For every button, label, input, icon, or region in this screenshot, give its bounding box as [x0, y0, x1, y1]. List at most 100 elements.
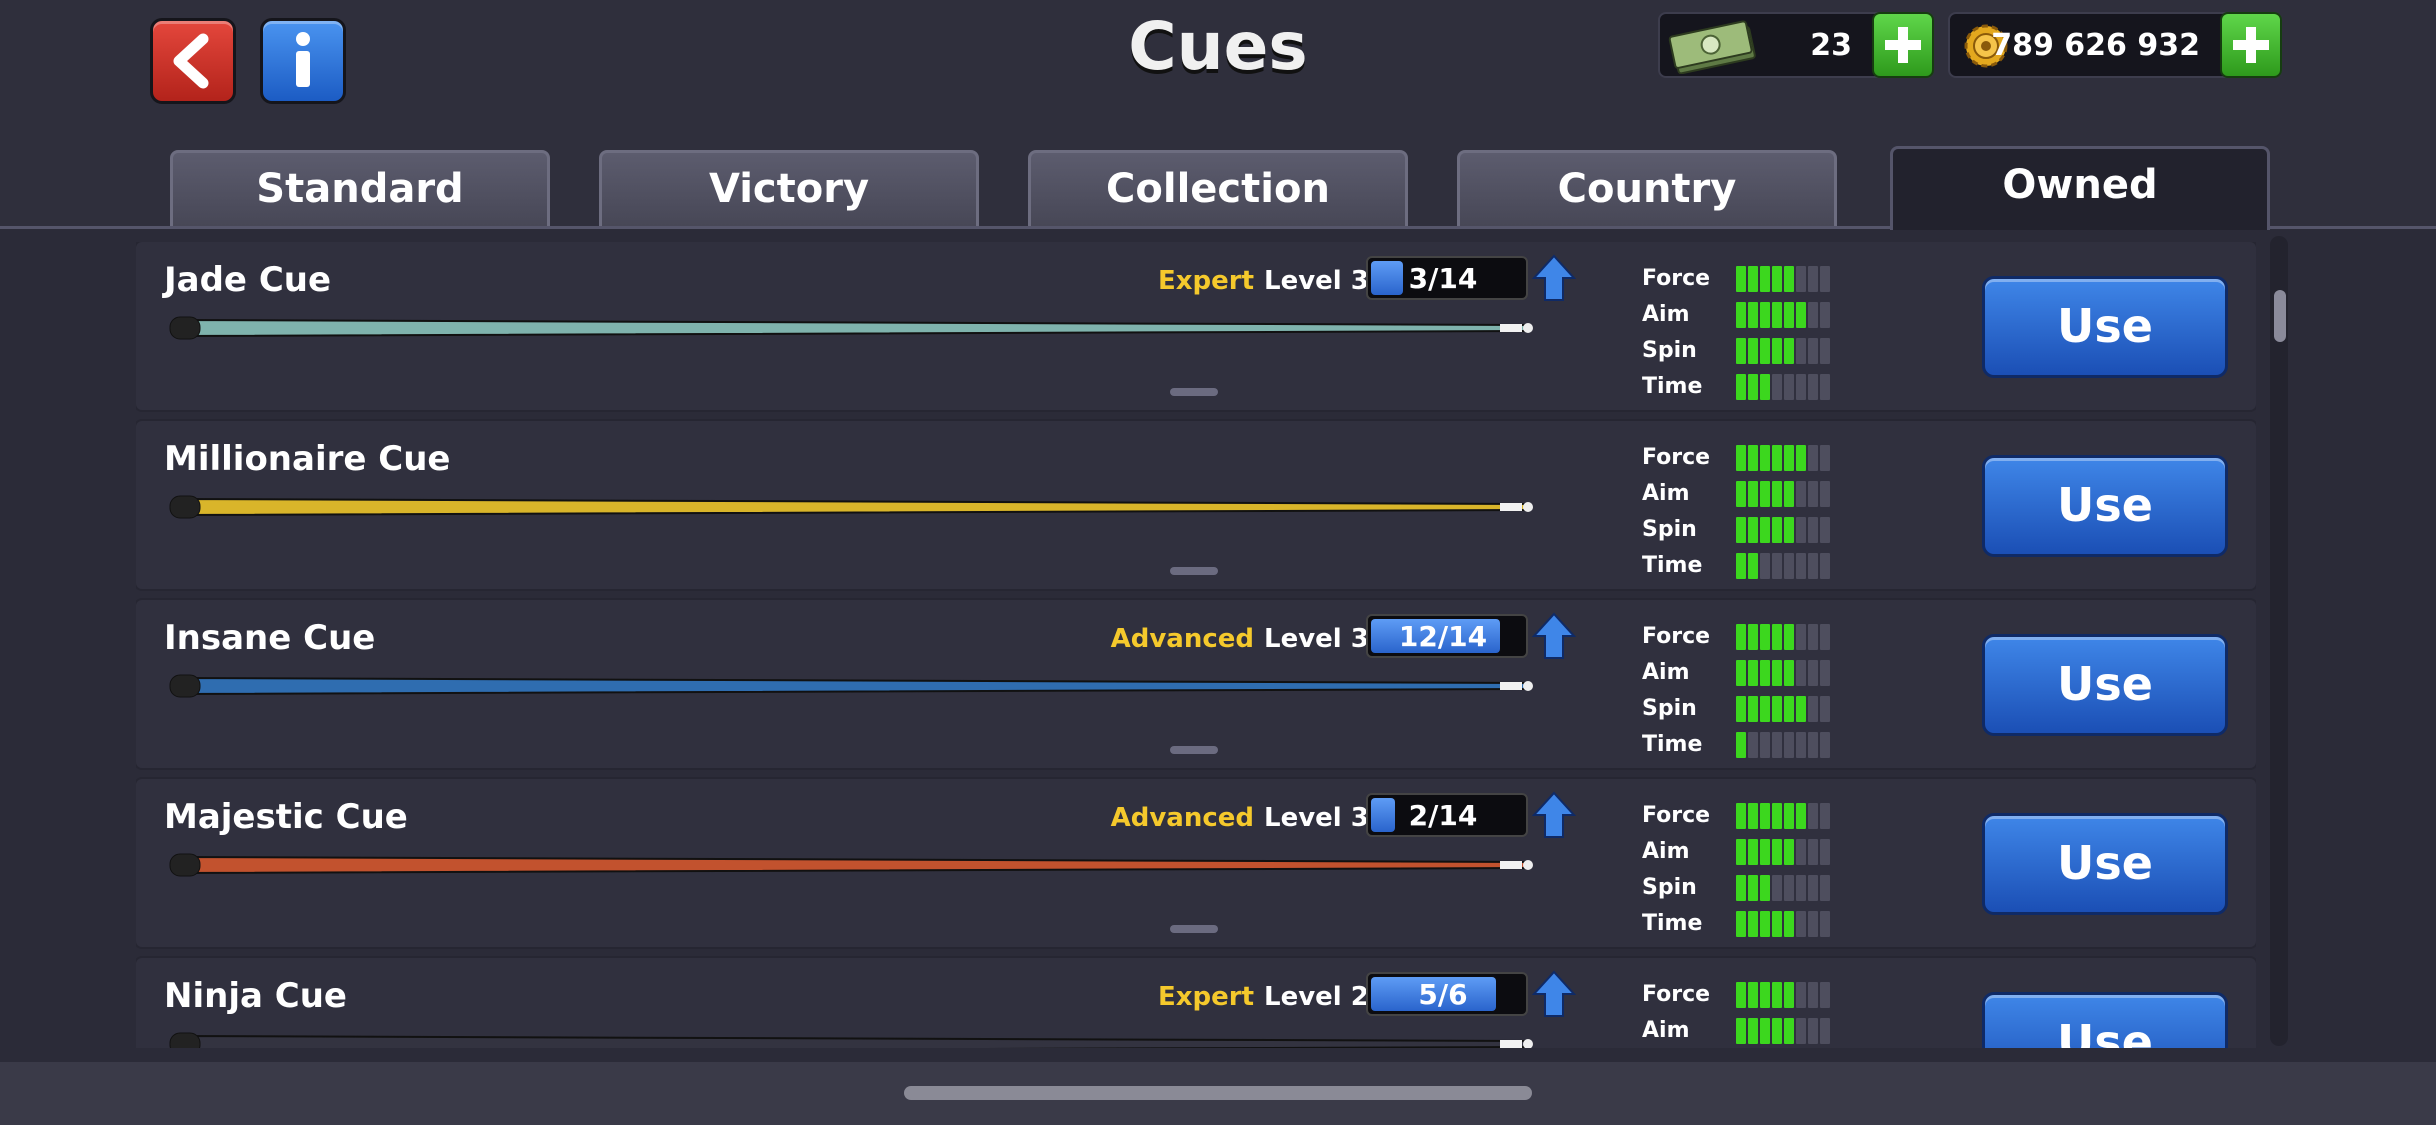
stat-segment	[1760, 803, 1770, 829]
info-button[interactable]	[260, 18, 346, 104]
stat-segment	[1760, 302, 1770, 328]
stat-segment	[1784, 302, 1794, 328]
stat-segment	[1808, 732, 1818, 758]
cue-list[interactable]: Jade Cue Expert Level 3 3/14 Force Aim Spin Tim…	[136, 242, 2256, 1048]
coins-balance: 789 626 932	[1948, 12, 2282, 78]
stat-segment	[1808, 374, 1818, 400]
tab-standard[interactable]: Standard	[170, 150, 550, 226]
stat-label: Force	[1642, 445, 1711, 470]
stat-bar	[1736, 732, 1866, 758]
tab-victory[interactable]: Victory	[599, 150, 979, 226]
tab-owned[interactable]: Owned	[1890, 146, 2270, 230]
stat-segment	[1820, 875, 1830, 901]
stat-segment	[1784, 445, 1794, 471]
stat-segment	[1760, 338, 1770, 364]
cue-card[interactable]: Insane Cue Advanced Level 3 12/14 Force Aim Sp…	[136, 600, 2256, 768]
stat-segment	[1748, 445, 1758, 471]
stat-segment	[1820, 1018, 1830, 1044]
stat-segment	[1796, 517, 1806, 543]
stat-segment	[1748, 302, 1758, 328]
stat-segment	[1820, 445, 1830, 471]
scrollbar-thumb[interactable]	[2274, 290, 2286, 342]
stat-segment	[1784, 624, 1794, 650]
stat-segment	[1784, 553, 1794, 579]
stat-label: Aim	[1642, 481, 1690, 506]
stat-segment	[1736, 839, 1746, 865]
stat-segment	[1808, 553, 1818, 579]
home-indicator[interactable]	[904, 1086, 1532, 1100]
upgrade-arrow-icon[interactable]	[1532, 254, 1576, 302]
use-button[interactable]: Use	[1982, 276, 2228, 378]
stat-bar	[1736, 911, 1866, 937]
stat-segment	[1736, 660, 1746, 686]
stat-label: Force	[1642, 266, 1711, 291]
stat-bar	[1736, 624, 1866, 650]
stat-segment	[1736, 266, 1746, 292]
stat-segment	[1736, 553, 1746, 579]
cue-card[interactable]: Majestic Cue Advanced Level 3 2/14 Force Aim S…	[136, 779, 2256, 947]
stat-bar	[1736, 1018, 1866, 1044]
stat-segment	[1748, 481, 1758, 507]
upgrade-arrow-icon[interactable]	[1532, 791, 1576, 839]
use-button[interactable]: Use	[1982, 455, 2228, 557]
upgrade-arrow-icon[interactable]	[1532, 970, 1576, 1018]
cue-grade: Expert	[1157, 982, 1254, 1012]
stat-bar	[1736, 338, 1866, 364]
stat-label: Spin	[1642, 517, 1697, 542]
card-expand-handle[interactable]	[1170, 925, 1218, 933]
stat-segment	[1820, 553, 1830, 579]
stat-segment	[1736, 624, 1746, 650]
cue-card[interactable]: Ninja Cue Expert Level 2 5/6 Force Aim Use	[136, 958, 2256, 1048]
stat-segment	[1760, 839, 1770, 865]
use-button[interactable]: Use	[1982, 634, 2228, 736]
level-progress-text: 2/14	[1408, 799, 1478, 832]
use-button[interactable]: Use	[1982, 992, 2228, 1048]
stat-segment	[1784, 517, 1794, 543]
cue-card[interactable]: Millionaire Cue Force Aim Spin Time Use	[136, 421, 2256, 589]
upgrade-arrow-icon[interactable]	[1532, 612, 1576, 660]
use-button[interactable]: Use	[1982, 813, 2228, 915]
stat-segment	[1760, 1018, 1770, 1044]
stat-segment	[1748, 875, 1758, 901]
card-expand-handle[interactable]	[1170, 746, 1218, 754]
add-cash-button[interactable]	[1872, 12, 1934, 78]
cue-level: Level 3	[1264, 803, 1369, 833]
cue-image	[169, 495, 1533, 519]
cue-grade: Advanced	[1110, 624, 1254, 654]
stat-segment	[1772, 875, 1782, 901]
stat-segment	[1748, 839, 1758, 865]
cue-image	[169, 1032, 1533, 1048]
stat-segment	[1796, 982, 1806, 1008]
tab-country[interactable]: Country	[1457, 150, 1837, 226]
card-expand-handle[interactable]	[1170, 388, 1218, 396]
add-coins-button[interactable]	[2220, 12, 2282, 78]
cue-card[interactable]: Jade Cue Expert Level 3 3/14 Force Aim Spin Tim…	[136, 242, 2256, 410]
stat-segment	[1760, 266, 1770, 292]
stat-segment	[1736, 481, 1746, 507]
stat-label: Aim	[1642, 1018, 1690, 1043]
stat-segment	[1760, 982, 1770, 1008]
stat-segment	[1796, 696, 1806, 722]
stat-bar	[1736, 803, 1866, 829]
card-expand-handle[interactable]	[1170, 567, 1218, 575]
stat-segment	[1760, 696, 1770, 722]
stat-segment	[1784, 982, 1794, 1008]
stat-segment	[1808, 302, 1818, 328]
stat-segment	[1808, 839, 1818, 865]
stat-segment	[1796, 445, 1806, 471]
stat-bar	[1736, 553, 1866, 579]
stat-segment	[1772, 302, 1782, 328]
stat-segment	[1796, 732, 1806, 758]
stat-segment	[1772, 481, 1782, 507]
stat-segment	[1760, 481, 1770, 507]
stat-bar	[1736, 696, 1866, 722]
cash-value: 23	[1810, 28, 1852, 63]
stat-segment	[1760, 624, 1770, 650]
stat-label: Force	[1642, 803, 1711, 828]
scrollbar[interactable]	[2270, 236, 2288, 1046]
back-button[interactable]	[150, 18, 236, 104]
tab-collection[interactable]: Collection	[1028, 150, 1408, 226]
stat-segment	[1820, 338, 1830, 364]
cue-level: Level 3	[1264, 624, 1369, 654]
cue-grade: Advanced	[1110, 803, 1254, 833]
